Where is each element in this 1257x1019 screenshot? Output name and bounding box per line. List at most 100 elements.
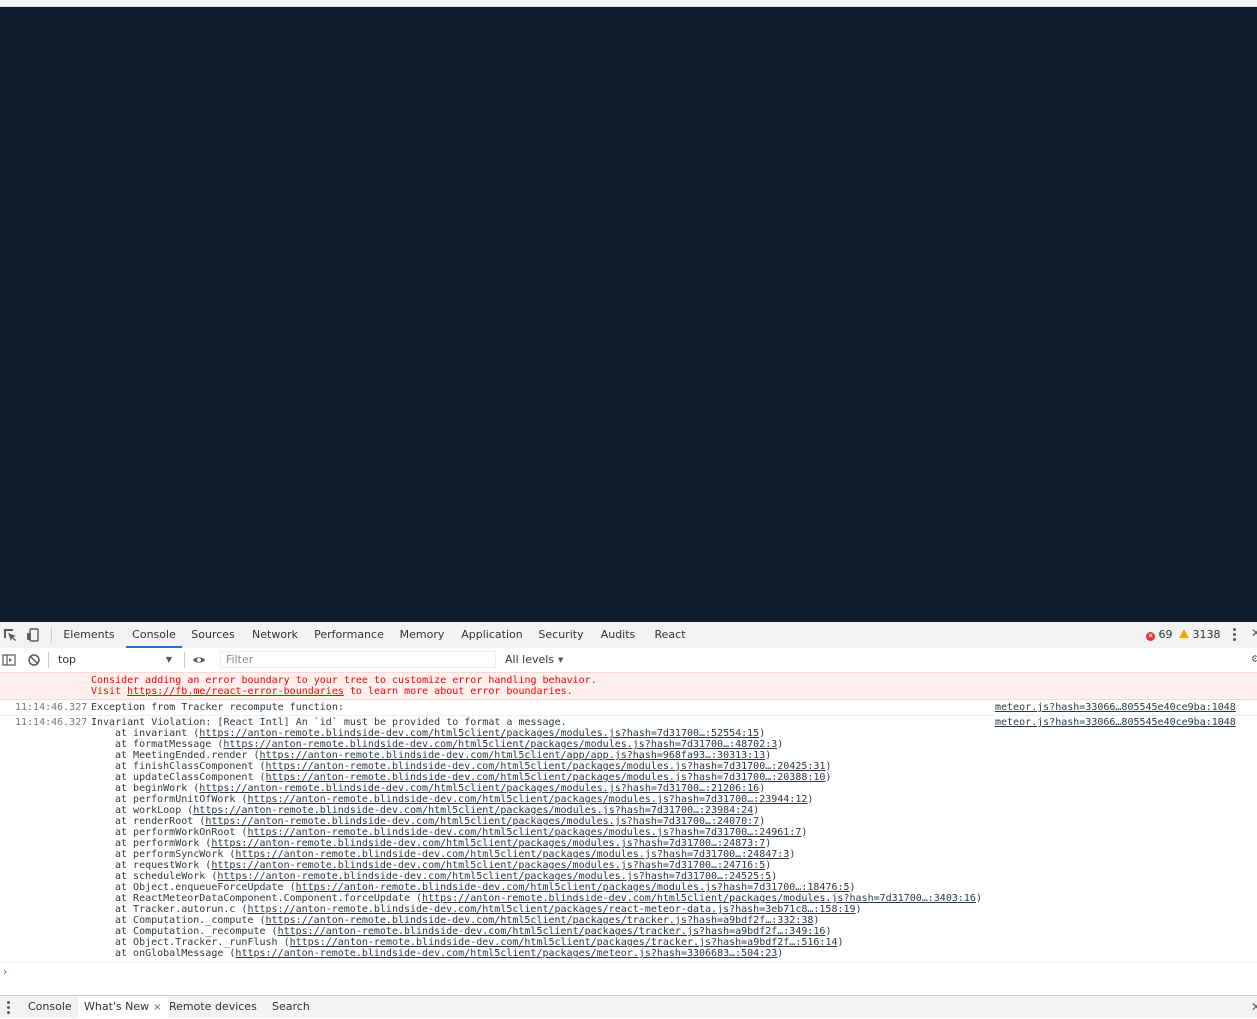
stack-frame: at ReactMeteorDataComponent.Component.fo…: [115, 893, 982, 904]
stack-frame-end: ): [801, 827, 808, 838]
stack-frame-link[interactable]: https://anton-remote.blindside-dev.com/h…: [199, 783, 759, 794]
log-message-row: 11:14:46.327 Invariant Violation: [React…: [0, 716, 1257, 961]
console-settings-icon[interactable]: ⚙: [1251, 654, 1257, 668]
stack-frame: at performUnitOfWork (https://anton-remo…: [115, 794, 813, 805]
context-value: top: [58, 653, 77, 666]
stack-frame-end: ): [825, 761, 832, 772]
tab-react[interactable]: React: [648, 622, 692, 648]
tab-sources[interactable]: Sources: [188, 622, 238, 648]
stack-frame-function: at Object.enqueueForceUpdate (: [115, 882, 296, 893]
stack-frame-link[interactable]: https://anton-remote.blindside-dev.com/h…: [278, 926, 826, 937]
stack-frame-link[interactable]: https://anton-remote.blindside-dev.com/h…: [296, 882, 850, 893]
stack-frame-link[interactable]: https://anton-remote.blindside-dev.com/h…: [247, 904, 855, 915]
stack-frame-link[interactable]: https://anton-remote.blindside-dev.com/h…: [199, 728, 759, 739]
devtools-menu-icon[interactable]: [1233, 628, 1237, 642]
message-timestamp: 11:14:46.327: [15, 717, 88, 728]
message-source-link[interactable]: meteor.js?hash=33066…805545e40ce9ba:1048: [995, 717, 1236, 728]
stack-frame-end: ): [777, 948, 784, 959]
console-prompt[interactable]: ›: [0, 962, 1257, 985]
stack-frame-link[interactable]: https://anton-remote.blindside-dev.com/h…: [217, 871, 771, 882]
stack-frame-end: ): [807, 794, 814, 805]
page-viewport: [0, 7, 1257, 622]
drawer-tab-console[interactable]: Console: [22, 996, 78, 1018]
stack-frame-function: at Computation._compute (: [115, 915, 266, 926]
tab-memory[interactable]: Memory: [396, 622, 448, 648]
tab-bar-separator: [51, 627, 52, 643]
inspect-element-icon[interactable]: [3, 628, 17, 642]
error-boundaries-link[interactable]: https://fb.me/react-error-boundaries: [127, 686, 344, 697]
live-expression-eye-icon[interactable]: [192, 653, 206, 667]
clear-console-icon[interactable]: [27, 653, 41, 667]
toolbar-separator: [184, 652, 185, 668]
stack-frame-link[interactable]: https://anton-remote.blindside-dev.com/h…: [235, 849, 789, 860]
stack-frame-function: at performSyncWork (: [115, 849, 236, 860]
stack-frame-function: at performWorkOnRoot (: [115, 827, 248, 838]
warning-count: 3138: [1192, 628, 1221, 641]
stack-frame-end: ): [765, 750, 772, 761]
stack-frame-link[interactable]: https://anton-remote.blindside-dev.com/h…: [266, 915, 814, 926]
device-toolbar-icon[interactable]: [26, 628, 40, 642]
issue-counts[interactable]: ✕ 69 3138: [1146, 622, 1221, 648]
stack-frame-function: at requestWork (: [115, 860, 212, 871]
stack-frame: at onGlobalMessage (https://anton-remote…: [115, 948, 783, 959]
close-drawer-icon[interactable]: ✕: [1251, 1000, 1257, 1014]
dropdown-arrow-icon: ▼: [558, 656, 564, 664]
stack-frame-link[interactable]: https://anton-remote.blindside-dev.com/h…: [290, 937, 838, 948]
filter-input[interactable]: [220, 651, 496, 668]
toolbar-separator: [48, 652, 49, 668]
stack-frame-link[interactable]: https://anton-remote.blindside-dev.com/h…: [247, 794, 807, 805]
stack-frame-link[interactable]: https://anton-remote.blindside-dev.com/h…: [266, 772, 826, 783]
stack-frame-end: ): [759, 816, 766, 827]
stack-frame: at beginWork (https://anton-remote.blind…: [115, 783, 765, 794]
browser-top-strip: [0, 0, 1257, 7]
message-text: Exception from Tracker recompute functio…: [91, 702, 344, 713]
stack-frame-link[interactable]: https://anton-remote.blindside-dev.com/h…: [422, 893, 976, 904]
drawer-menu-icon[interactable]: [7, 1001, 11, 1015]
stack-frame-link[interactable]: https://anton-remote.blindside-dev.com/h…: [260, 750, 766, 761]
stack-frame-link[interactable]: https://anton-remote.blindside-dev.com/h…: [205, 816, 759, 827]
context-selector[interactable]: top ▼: [58, 650, 176, 670]
stack-frame-link[interactable]: https://anton-remote.blindside-dev.com/h…: [223, 739, 777, 750]
stack-frame: at updateClassComponent (https://anton-r…: [115, 772, 831, 783]
stack-frame-end: ): [771, 871, 778, 882]
stack-frame-link[interactable]: https://anton-remote.blindside-dev.com/h…: [266, 761, 826, 772]
close-tab-icon[interactable]: ×: [153, 1002, 161, 1013]
devtools-panel: Elements Console Sources Network Perform…: [0, 622, 1257, 1018]
tab-security[interactable]: Security: [534, 622, 588, 648]
stack-frame-end: ): [765, 860, 772, 871]
drawer-tab-remote-devices[interactable]: Remote devices: [163, 996, 263, 1018]
log-levels-dropdown[interactable]: All levels ▼: [505, 650, 563, 670]
stack-frame-link[interactable]: https://anton-remote.blindside-dev.com/h…: [193, 805, 753, 816]
drawer-tab-whats-new[interactable]: What's New ×: [78, 996, 168, 1018]
tab-performance[interactable]: Performance: [310, 622, 388, 648]
stack-frame-function: at onGlobalMessage (: [115, 948, 236, 959]
stack-frame: at performWork (https://anton-remote.bli…: [115, 838, 771, 849]
tab-elements[interactable]: Elements: [58, 622, 120, 648]
prompt-caret-icon: ›: [3, 965, 8, 978]
stack-frame-link[interactable]: https://anton-remote.blindside-dev.com/h…: [247, 827, 801, 838]
stack-frame: at renderRoot (https://anton-remote.blin…: [115, 816, 765, 827]
stack-frame-function: at beginWork (: [115, 783, 200, 794]
tab-console[interactable]: Console: [126, 622, 182, 648]
dropdown-arrow-icon: ▼: [165, 655, 172, 664]
stack-frame-function: at invariant (: [115, 728, 200, 739]
stack-frame-link[interactable]: https://anton-remote.blindside-dev.com/h…: [211, 838, 765, 849]
error-message-block: Consider adding an error boundary to you…: [0, 672, 1257, 700]
stack-frame-link[interactable]: https://anton-remote.blindside-dev.com/h…: [211, 860, 765, 871]
stack-frame-end: ): [789, 849, 796, 860]
message-source-link[interactable]: meteor.js?hash=33066…805545e40ce9ba:1048: [995, 702, 1236, 713]
sidebar-toggle-icon[interactable]: [2, 653, 16, 667]
drawer-tab-label: What's New: [84, 1000, 150, 1013]
error-line: Consider adding an error boundary to you…: [91, 675, 597, 686]
close-devtools-icon[interactable]: ✕: [1251, 626, 1257, 640]
stack-frame-link[interactable]: https://anton-remote.blindside-dev.com/h…: [235, 948, 777, 959]
drawer-tab-search[interactable]: Search: [266, 996, 316, 1018]
tab-audits[interactable]: Audits: [596, 622, 640, 648]
error-count: 69: [1158, 628, 1173, 641]
tab-network[interactable]: Network: [246, 622, 304, 648]
devtools-tab-bar: Elements Console Sources Network Perform…: [0, 622, 1257, 649]
stack-frame-function: at renderRoot (: [115, 816, 206, 827]
stack-frame: at Computation._compute (https://anton-r…: [115, 915, 819, 926]
stack-frame-end: ): [765, 838, 772, 849]
tab-application[interactable]: Application: [458, 622, 526, 648]
